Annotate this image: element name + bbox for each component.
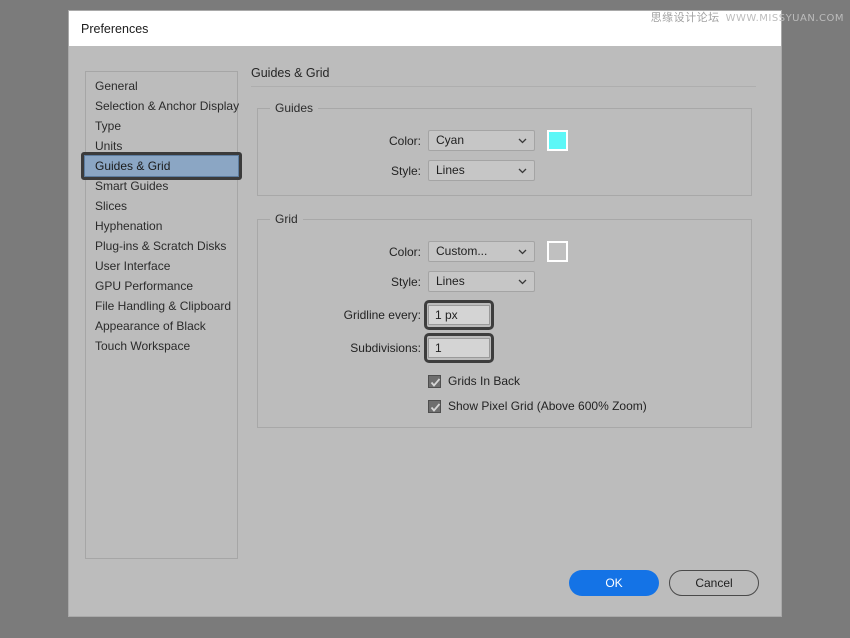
sidebar-item-label: GPU Performance: [95, 279, 193, 293]
grid-style-row: Style: Lines: [268, 271, 741, 292]
gridline-every-field-wrap: [428, 305, 490, 325]
sidebar-item-general[interactable]: General: [86, 76, 237, 96]
gridline-every-label: Gridline every:: [268, 308, 428, 322]
grid-group-legend: Grid: [270, 212, 303, 226]
guides-color-swatch[interactable]: [547, 130, 568, 151]
gridline-every-input[interactable]: [428, 305, 490, 325]
sidebar-item-hyphenation[interactable]: Hyphenation: [86, 216, 237, 236]
dialog-body: General Selection & Anchor Display Type Uni…: [69, 46, 781, 618]
watermark: 思缘设计论坛 WWW.MISSYUAN.COM: [651, 9, 844, 25]
sidebar-item-label: Hyphenation: [95, 219, 162, 233]
sidebar-item-guides-grid[interactable]: Guides & Grid: [85, 156, 238, 176]
guides-group-legend: Guides: [270, 101, 318, 115]
chevron-down-icon: [518, 161, 527, 180]
preferences-dialog: Preferences General Selection & Anchor Di…: [68, 10, 782, 617]
subdivisions-row: Subdivisions:: [268, 338, 741, 358]
grid-color-label: Color:: [268, 245, 428, 259]
watermark-cn: 思缘设计论坛: [651, 11, 720, 24]
sidebar-item-gpu-performance[interactable]: GPU Performance: [86, 276, 237, 296]
sidebar-item-label: Type: [95, 119, 121, 133]
guides-style-label: Style:: [268, 164, 428, 178]
grid-color-select-value: Custom...: [436, 244, 487, 258]
subdivisions-field-wrap: [428, 338, 490, 358]
sidebar-item-units[interactable]: Units: [86, 136, 237, 156]
preferences-pane: Guides & Grid Guides Color: Cyan Style:: [251, 66, 756, 444]
chevron-down-icon: [518, 131, 527, 150]
chevron-down-icon: [518, 242, 527, 261]
guides-group: Guides Color: Cyan Style: Lines: [257, 101, 752, 196]
guides-style-select-value: Lines: [436, 163, 465, 177]
guides-color-select-value: Cyan: [436, 133, 464, 147]
checkbox-checked-icon[interactable]: [428, 375, 441, 388]
subdivisions-label: Subdivisions:: [268, 341, 428, 355]
guides-color-select[interactable]: Cyan: [428, 130, 535, 151]
sidebar-item-label: Smart Guides: [95, 179, 168, 193]
grid-color-row: Color: Custom...: [268, 241, 741, 262]
sidebar-item-label: User Interface: [95, 259, 170, 273]
sidebar-item-label: Guides & Grid: [95, 159, 170, 173]
sidebar-item-label: File Handling & Clipboard: [95, 299, 231, 313]
sidebar-item-smart-guides[interactable]: Smart Guides: [86, 176, 237, 196]
chevron-down-icon: [518, 272, 527, 291]
sidebar-item-label: Appearance of Black: [95, 319, 206, 333]
guides-style-select[interactable]: Lines: [428, 160, 535, 181]
gridline-every-row: Gridline every:: [268, 305, 741, 325]
sidebar-item-user-interface[interactable]: User Interface: [86, 256, 237, 276]
sidebar-item-label: Units: [95, 139, 122, 153]
sidebar-item-label: Slices: [95, 199, 127, 213]
grid-color-select[interactable]: Custom...: [428, 241, 535, 262]
sidebar-item-label: Plug-ins & Scratch Disks: [95, 239, 226, 253]
sidebar-item-touch-workspace[interactable]: Touch Workspace: [86, 336, 237, 356]
ok-button[interactable]: OK: [569, 570, 659, 596]
sidebar-item-appearance-of-black[interactable]: Appearance of Black: [86, 316, 237, 336]
sidebar-item-label: Touch Workspace: [95, 339, 190, 353]
guides-color-label: Color:: [268, 134, 428, 148]
guides-color-row: Color: Cyan: [268, 130, 741, 151]
grids-in-back-label: Grids In Back: [448, 374, 520, 388]
sidebar-item-label: General: [95, 79, 138, 93]
grid-color-swatch[interactable]: [547, 241, 568, 262]
grids-in-back-row[interactable]: Grids In Back: [268, 374, 741, 388]
sidebar-item-selection-anchor-display[interactable]: Selection & Anchor Display: [86, 96, 237, 116]
grid-style-select[interactable]: Lines: [428, 271, 535, 292]
checkbox-checked-icon[interactable]: [428, 400, 441, 413]
subdivisions-input[interactable]: [428, 338, 490, 358]
guides-style-row: Style: Lines: [268, 160, 741, 181]
show-pixel-grid-row[interactable]: Show Pixel Grid (Above 600% Zoom): [268, 399, 741, 413]
page-title: Guides & Grid: [251, 66, 756, 87]
grid-style-label: Style:: [268, 275, 428, 289]
sidebar-item-slices[interactable]: Slices: [86, 196, 237, 216]
watermark-url: WWW.MISSYUAN.COM: [726, 13, 844, 24]
grid-style-select-value: Lines: [436, 274, 465, 288]
dialog-title: Preferences: [81, 22, 148, 36]
grid-group: Grid Color: Custom... Style: Lines: [257, 212, 752, 428]
sidebar-item-file-handling-clipboard[interactable]: File Handling & Clipboard: [86, 296, 237, 316]
cancel-button[interactable]: Cancel: [669, 570, 759, 596]
sidebar-item-label: Selection & Anchor Display: [95, 99, 239, 113]
sidebar-item-type[interactable]: Type: [86, 116, 237, 136]
preferences-category-list[interactable]: General Selection & Anchor Display Type Uni…: [85, 71, 238, 559]
sidebar-item-plug-ins-scratch-disks[interactable]: Plug-ins & Scratch Disks: [86, 236, 237, 256]
dialog-footer: OK Cancel: [569, 570, 759, 596]
show-pixel-grid-label: Show Pixel Grid (Above 600% Zoom): [448, 399, 647, 413]
